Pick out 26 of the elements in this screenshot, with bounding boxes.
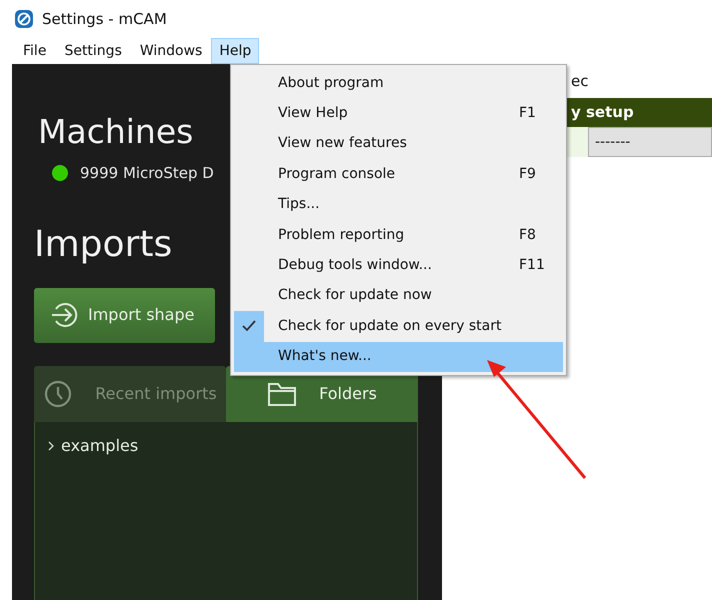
expand-chevron-icon[interactable] (47, 440, 55, 450)
app-logo-icon (14, 9, 34, 29)
window-title: Settings - mCAM (42, 8, 167, 30)
menu-item[interactable]: About program (234, 68, 563, 98)
section-title: Machines (38, 112, 194, 152)
menu-item[interactable]: Problem reporting F8 (234, 220, 563, 250)
section-title: Imports (34, 222, 172, 266)
menu-item[interactable]: Settings (55, 38, 131, 64)
menu-item[interactable]: Help (211, 38, 260, 64)
menu-item[interactable]: Tips... (234, 190, 563, 220)
checkmark-icon (242, 320, 256, 332)
folder-item[interactable]: examples (61, 434, 138, 458)
menu-item[interactable]: Windows (130, 38, 212, 64)
dropdown[interactable]: ------- (588, 127, 712, 157)
menu-item[interactable]: Check for update on every start (234, 311, 563, 342)
menu-item[interactable]: Program console F9 (234, 159, 563, 190)
menu-item[interactable]: What's new... (234, 342, 563, 372)
menu-item[interactable]: File (14, 38, 56, 64)
menu-item[interactable]: Debug tools window... F11 (234, 250, 563, 281)
import-shape-button[interactable]: Import shape (34, 288, 215, 342)
clock-icon (43, 378, 74, 408)
machine-name[interactable]: 9999 MicroStep D (80, 162, 214, 184)
menu-item[interactable]: View new features (234, 128, 563, 160)
menu-item[interactable]: Check for update now (234, 280, 563, 312)
folder-icon (267, 380, 298, 406)
field-text: ec (571, 70, 588, 92)
